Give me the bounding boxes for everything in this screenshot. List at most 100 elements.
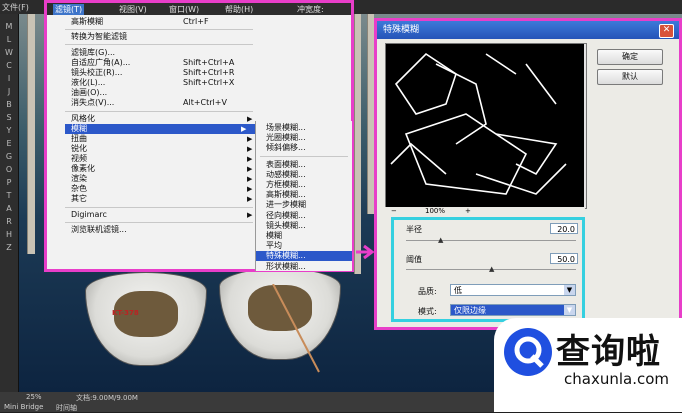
- dock-post: [27, 14, 35, 254]
- tool-button[interactable]: J: [3, 87, 15, 97]
- tool-button[interactable]: Z: [3, 243, 15, 253]
- tool-button[interactable]: T: [3, 191, 15, 201]
- chevron-right-icon: ▶: [247, 145, 253, 153]
- submenu-item[interactable]: 倾斜偏移...: [256, 143, 352, 153]
- submenu-item[interactable]: 方框模糊...: [256, 180, 352, 190]
- file-menu[interactable]: 文件(F): [2, 2, 29, 13]
- menu-convert-smart[interactable]: 转换为智能滤镜: [71, 32, 127, 42]
- tool-button[interactable]: O: [3, 165, 15, 175]
- blur-submenu: 场景模糊... 光圈模糊... 倾斜偏移... 表面模糊... 动感模糊... 方框模糊.…: [255, 121, 352, 271]
- boat-label: KT-378: [112, 309, 139, 317]
- filter-preview[interactable]: [385, 43, 587, 209]
- submenu-item[interactable]: 径向模糊...: [256, 211, 352, 221]
- submenu-item[interactable]: 平均: [256, 241, 352, 251]
- chevron-right-icon: ▶: [247, 115, 253, 123]
- radius-slider-thumb[interactable]: ▲: [438, 236, 443, 244]
- tool-button[interactable]: L: [3, 35, 15, 45]
- menu-vanishing-point[interactable]: 消失点(V)... Alt+Ctrl+V: [71, 98, 227, 108]
- tool-button[interactable]: M: [3, 22, 15, 32]
- menu-liquify[interactable]: 液化(L)... Shift+Ctrl+X: [71, 78, 234, 88]
- menu-sharpen[interactable]: 锐化 ▶: [71, 144, 255, 154]
- menu-blur[interactable]: 模糊 ▶: [65, 124, 255, 134]
- menu-gallery[interactable]: 滤镜库(G)...: [71, 48, 115, 58]
- chevron-right-icon: ▶: [247, 185, 253, 193]
- tool-button[interactable]: W: [3, 48, 15, 58]
- chevron-down-icon: ▼: [564, 305, 575, 315]
- tool-button[interactable]: G: [3, 152, 15, 162]
- menu-lens-correction[interactable]: 镜头校正(R)... Shift+Ctrl+R: [71, 68, 234, 78]
- arrow-right-icon: [356, 244, 375, 260]
- menu-oil-paint[interactable]: 油画(O)...: [71, 88, 107, 98]
- submenu-item[interactable]: 光圈模糊...: [256, 133, 352, 143]
- submenu-item[interactable]: 进一步模糊: [256, 200, 352, 210]
- tool-button[interactable]: I: [3, 74, 15, 84]
- menu-distort[interactable]: 扭曲 ▶: [71, 134, 255, 144]
- threshold-label: 阈值: [406, 255, 422, 264]
- radius-input[interactable]: 20.0: [550, 223, 578, 234]
- panel-tab-minibridge[interactable]: Mini Bridge: [4, 403, 43, 411]
- menu-noise[interactable]: 杂色 ▶: [71, 184, 255, 194]
- menu-pixelate[interactable]: 像素化 ▶: [71, 164, 255, 174]
- watermark: 查询啦 chaxunla.com: [494, 318, 682, 412]
- tool-button[interactable]: E: [3, 139, 15, 149]
- menu-adaptive-wide[interactable]: 自适应广角(A)... Shift+Ctrl+A: [71, 58, 234, 68]
- radius-label: 半径: [406, 225, 422, 234]
- menu-video[interactable]: 视频 ▶: [71, 154, 255, 164]
- submenu-item[interactable]: 高斯模糊...: [256, 190, 352, 200]
- menu-stylize[interactable]: 风格化 ▶: [71, 114, 255, 124]
- dialog-titlebar[interactable]: 特殊模糊: [377, 21, 679, 39]
- menu-digimarc[interactable]: Digimarc ▶: [71, 210, 255, 220]
- preview-scrollbar[interactable]: [584, 44, 586, 208]
- ok-button[interactable]: 确定: [597, 49, 663, 65]
- parameter-panel: 半径 20.0 ▲ 阈值 50.0 ▲ 品质: 低 ▼ 模式: 仅限边缘 ▼: [391, 217, 585, 322]
- zoom-out-button[interactable]: −: [391, 207, 397, 215]
- submenu-item[interactable]: 镜头模糊...: [256, 221, 352, 231]
- threshold-slider-thumb[interactable]: ▲: [489, 265, 494, 273]
- menu-other[interactable]: 其它 ▶: [71, 194, 255, 204]
- watermark-text-cn: 查询啦: [556, 332, 661, 372]
- close-icon[interactable]: ✕: [659, 24, 674, 38]
- menu-browse-online[interactable]: 浏览联机滤镜...: [71, 225, 127, 235]
- menu-view[interactable]: 视图(V): [119, 4, 147, 15]
- threshold-input[interactable]: 50.0: [550, 253, 578, 264]
- chevron-right-icon: ▶: [247, 135, 253, 143]
- submenu-item[interactable]: 特殊模糊...: [256, 251, 352, 262]
- quality-select[interactable]: 低 ▼: [450, 284, 576, 296]
- chevron-right-icon: ▶: [247, 195, 253, 203]
- chevron-right-icon: ▶: [247, 165, 253, 173]
- tool-button[interactable]: A: [3, 204, 15, 214]
- tool-button[interactable]: C: [3, 61, 15, 71]
- default-button[interactable]: 默认: [597, 69, 663, 85]
- menu-window[interactable]: 窗口(W): [169, 4, 199, 15]
- tool-button[interactable]: B: [3, 100, 15, 110]
- submenu-item[interactable]: 表面模糊...: [256, 160, 352, 170]
- radius-slider[interactable]: [406, 240, 576, 241]
- dialog-title: 特殊模糊: [383, 25, 420, 35]
- zoom-in-button[interactable]: +: [465, 207, 471, 215]
- special-blur-dialog: 特殊模糊 ✕ − 100% + 确定 默认 半径 20.0 ▲ 阈值 50.0 …: [377, 21, 679, 327]
- submenu-item[interactable]: 形状模糊...: [256, 262, 352, 272]
- menu-render[interactable]: 渲染 ▶: [71, 174, 255, 184]
- tool-button[interactable]: S: [3, 113, 15, 123]
- submenu-item[interactable]: 动感模糊...: [256, 170, 352, 180]
- tool-button[interactable]: P: [3, 178, 15, 188]
- submenu-item[interactable]: 场景模糊...: [256, 123, 352, 133]
- tool-button[interactable]: R: [3, 217, 15, 227]
- tool-button[interactable]: H: [3, 230, 15, 240]
- menu-filter[interactable]: 滤镜(T): [53, 4, 85, 15]
- mooring-rope: [272, 284, 320, 373]
- boat-left: KT-378: [85, 272, 207, 366]
- menubar: 滤镜(T) 视图(V) 窗口(W) 帮助(H) 冲宽度:: [47, 3, 351, 15]
- zoom-level: 100%: [425, 207, 446, 215]
- watermark-text-en: chaxunla.com: [564, 370, 669, 388]
- chevron-right-icon: ▶: [247, 155, 253, 163]
- submenu-item[interactable]: 模糊: [256, 231, 352, 241]
- zoom-readout: 25%: [26, 393, 42, 401]
- dock-post: [367, 14, 374, 214]
- mode-select[interactable]: 仅限边缘 ▼: [450, 304, 576, 316]
- menu-last-filter[interactable]: 高斯模糊 Ctrl+F: [71, 17, 209, 27]
- zoom-bar: − 100% +: [385, 207, 585, 217]
- tool-button[interactable]: Y: [3, 126, 15, 136]
- menu-help[interactable]: 帮助(H): [225, 4, 253, 15]
- doc-size: 文档:9.00M/9.00M: [76, 394, 138, 402]
